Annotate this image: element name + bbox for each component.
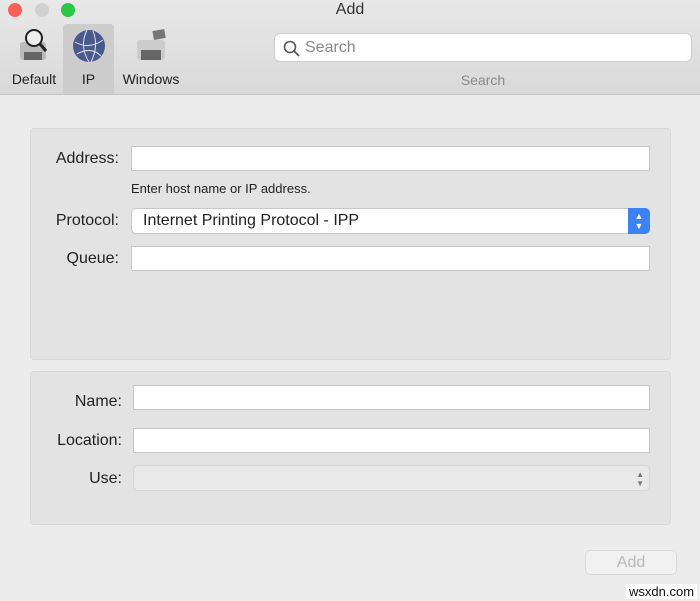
location-label: Location: (57, 432, 122, 449)
use-label: Use: (89, 470, 122, 487)
search-icon (283, 40, 300, 57)
add-button[interactable]: Add (585, 550, 677, 575)
address-hint: Enter host name or IP address. (131, 181, 311, 196)
use-select[interactable]: ▲ ▼ (133, 465, 650, 491)
chevron-up-down-icon: ▲ ▼ (636, 470, 644, 488)
search-placeholder: Search (305, 39, 356, 56)
watermark: wsxdn.com (626, 584, 698, 599)
chevron-up-down-icon: ▲ ▼ (628, 208, 650, 234)
protocol-label: Protocol: (55, 212, 119, 229)
address-field[interactable] (131, 146, 650, 171)
window-title: Add (335, 1, 365, 18)
queue-field[interactable] (131, 246, 650, 271)
tab-ip[interactable]: IP (63, 24, 114, 94)
default-printer-icon (20, 29, 48, 60)
toolbar: Add Default IP Windows Search Search (0, 0, 700, 95)
address-label: Address: (55, 150, 119, 167)
tab-windows[interactable]: Windows (118, 24, 184, 94)
globe-icon (72, 29, 105, 63)
location-field[interactable] (133, 428, 650, 453)
tab-default[interactable]: Default (4, 24, 64, 94)
name-field[interactable] (133, 385, 650, 410)
search-input[interactable]: Search (274, 33, 692, 62)
protocol-select[interactable]: Internet Printing Protocol - IPP ▲ ▼ (131, 208, 650, 234)
queue-label: Queue: (66, 250, 119, 267)
windows-printer-icon (137, 29, 166, 60)
protocol-value: Internet Printing Protocol - IPP (143, 212, 360, 229)
name-label: Name: (74, 393, 122, 410)
search-label: Search (460, 72, 506, 88)
